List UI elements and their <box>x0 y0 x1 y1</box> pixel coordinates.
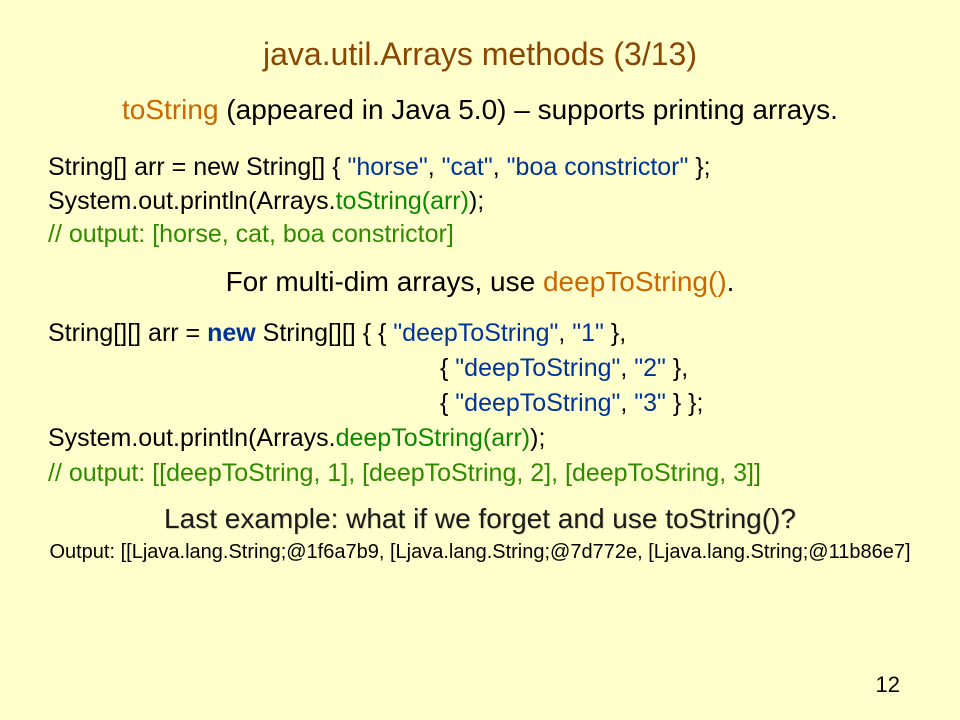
code1-line1: String[] arr = new String[] { "horse", "… <box>48 151 912 185</box>
code1-line2: System.out.println(Arrays.toString(arr))… <box>48 185 912 219</box>
code-block-1: String[] arr = new String[] { "horse", "… <box>48 151 912 252</box>
subtitle-rest: (appeared in Java 5.0) – supports printi… <box>219 94 838 125</box>
slide: java.util.Arrays methods (3/13) toString… <box>0 0 960 720</box>
code2-line5: // output: [[deepToString, 1], [deepToSt… <box>48 456 912 491</box>
code2-line4: System.out.println(Arrays.deepToString(a… <box>48 421 912 456</box>
code2-line3: { "deepToString", "3" } }; <box>48 386 912 421</box>
subheading-multidim: For multi-dim arrays, use deepToString()… <box>48 266 912 298</box>
last-example-heading: Last example: what if we forget and use … <box>48 503 912 535</box>
code-block-2: String[][] arr = new String[][] { { "dee… <box>48 316 912 491</box>
slide-title: java.util.Arrays methods (3/13) <box>48 36 912 73</box>
subtitle-method: toString <box>122 94 219 125</box>
code1-line3: // output: [horse, cat, boa constrictor] <box>48 218 912 252</box>
slide-subtitle: toString (appeared in Java 5.0) – suppor… <box>48 91 912 129</box>
code2-line1: String[][] arr = new String[][] { { "dee… <box>48 316 912 351</box>
output-text: Output: [[Ljava.lang.String;@1f6a7b9, [L… <box>48 539 912 566</box>
code2-line2: { "deepToString", "2" }, <box>48 351 912 386</box>
page-number: 12 <box>876 672 900 698</box>
